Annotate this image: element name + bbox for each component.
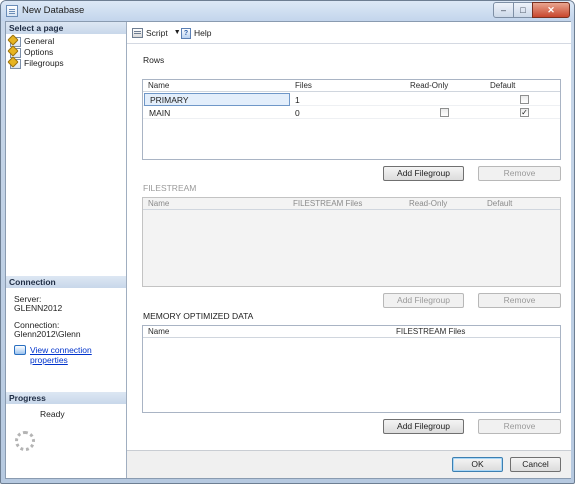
- page-icon: [10, 58, 21, 69]
- table-row[interactable]: PRIMARY 1: [143, 93, 560, 106]
- view-connection-properties-link[interactable]: View connection properties: [30, 345, 126, 365]
- script-label: Script: [146, 28, 168, 38]
- column-header-name[interactable]: Name: [148, 199, 169, 209]
- dialog-footer: OK Cancel: [127, 450, 571, 478]
- dialog-client-area: Select a page General Options Filegroups…: [5, 21, 571, 479]
- column-header-filestream-files[interactable]: FILESTREAM Files: [396, 327, 465, 337]
- filegroup-name: MAIN: [149, 108, 171, 118]
- help-label: Help: [194, 28, 212, 38]
- table-row[interactable]: MAIN 0 ✓: [143, 106, 560, 119]
- add-filegroup-button[interactable]: Add Filegroup: [383, 166, 464, 181]
- main-panel: Script ▼ ? Help Rows Name Files Read-Onl…: [127, 22, 571, 450]
- connection-header: Connection: [6, 276, 126, 288]
- maximize-button[interactable]: □: [513, 2, 533, 18]
- rows-filegroups-grid: Name Files Read-Only Default PRIMARY 1 M…: [142, 79, 561, 160]
- script-icon: [132, 28, 143, 38]
- help-button[interactable]: ? Help: [181, 27, 211, 39]
- filegroup-files: 0: [295, 108, 300, 118]
- column-header-name[interactable]: Name: [148, 81, 169, 91]
- column-header-filestream-files[interactable]: FILESTREAM Files: [293, 199, 362, 209]
- column-header-read-only[interactable]: Read-Only: [410, 81, 448, 91]
- remove-filestream-filegroup-button[interactable]: Remove: [478, 293, 561, 308]
- minimize-button[interactable]: –: [493, 2, 514, 18]
- rows-section-label: Rows: [143, 55, 165, 65]
- new-database-window: New Database – □ ✕ Select a page General…: [0, 0, 575, 484]
- filestream-section-label: FILESTREAM: [143, 183, 197, 193]
- filegroup-name: PRIMARY: [150, 95, 189, 105]
- grid-header: Name Files Read-Only Default: [143, 80, 560, 92]
- help-icon: ?: [181, 27, 191, 39]
- cancel-button[interactable]: Cancel: [510, 457, 561, 472]
- toolbar: Script ▼ ? Help: [127, 22, 571, 44]
- grid-header: Name FILESTREAM Files: [143, 326, 560, 338]
- progress-header: Progress: [6, 392, 126, 404]
- sidebar-item-label: Filegroups: [24, 58, 64, 68]
- default-checkbox[interactable]: [520, 95, 529, 104]
- sidebar: Select a page General Options Filegroups…: [6, 22, 127, 478]
- connection-value: Glenn2012\Glenn: [14, 329, 81, 339]
- progress-status: Ready: [40, 409, 65, 419]
- script-button[interactable]: Script ▼: [132, 27, 181, 39]
- sidebar-item-general[interactable]: General: [10, 36, 54, 47]
- window-title: New Database: [22, 5, 85, 16]
- close-button[interactable]: ✕: [532, 2, 570, 18]
- remove-memory-filegroup-button[interactable]: Remove: [478, 419, 561, 434]
- sidebar-item-options[interactable]: Options: [10, 47, 53, 58]
- add-filestream-filegroup-button[interactable]: Add Filegroup: [383, 293, 464, 308]
- memory-optimized-grid: Name FILESTREAM Files: [142, 325, 561, 413]
- connection-properties-icon: [14, 345, 26, 355]
- sidebar-item-filegroups[interactable]: Filegroups: [10, 58, 64, 69]
- select-page-header: Select a page: [6, 22, 126, 34]
- column-header-default[interactable]: Default: [487, 199, 512, 209]
- column-header-default[interactable]: Default: [490, 81, 515, 91]
- memory-optimized-section-label: MEMORY OPTIMIZED DATA: [143, 311, 254, 321]
- ok-button[interactable]: OK: [452, 457, 503, 472]
- column-header-name[interactable]: Name: [148, 327, 169, 337]
- chevron-down-icon: ▼: [173, 29, 181, 36]
- grid-header: Name FILESTREAM Files Read-Only Default: [143, 198, 560, 210]
- remove-filegroup-button[interactable]: Remove: [478, 166, 561, 181]
- filegroup-files: 1: [295, 95, 300, 105]
- server-value: GLENN2012: [14, 303, 63, 313]
- progress-spinner-icon: [15, 431, 35, 451]
- sidebar-item-label: Options: [24, 47, 54, 57]
- column-header-read-only[interactable]: Read-Only: [409, 199, 447, 209]
- column-header-files[interactable]: Files: [295, 81, 312, 91]
- filegroup-name-input[interactable]: PRIMARY: [144, 93, 290, 106]
- title-bar: New Database – □ ✕: [1, 1, 574, 21]
- filestream-filegroups-grid: Name FILESTREAM Files Read-Only Default: [142, 197, 561, 287]
- sidebar-item-label: General: [24, 36, 55, 46]
- read-only-checkbox[interactable]: [440, 108, 449, 117]
- window-icon: [6, 5, 18, 17]
- default-checkbox[interactable]: ✓: [520, 108, 529, 117]
- add-memory-filegroup-button[interactable]: Add Filegroup: [383, 419, 464, 434]
